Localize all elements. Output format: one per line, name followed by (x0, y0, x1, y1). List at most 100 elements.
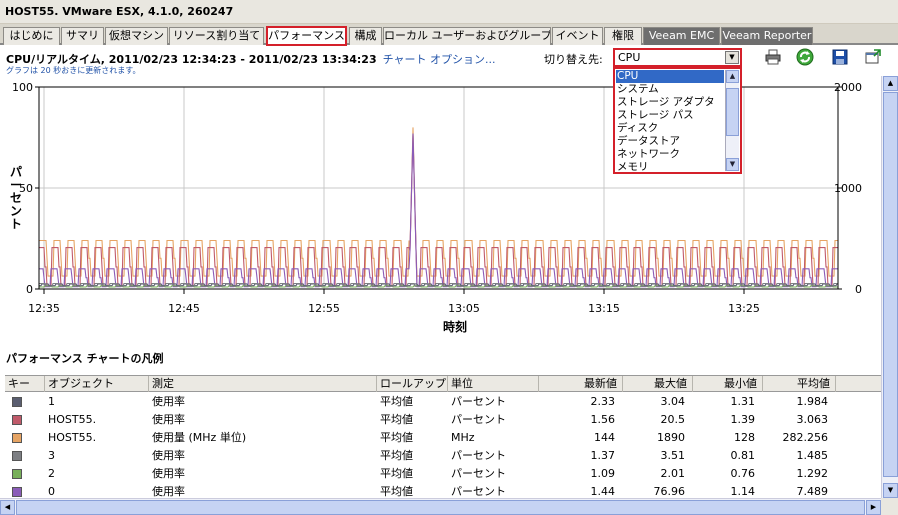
cell-unit: パーセント (451, 413, 506, 426)
dropdown-option-disk[interactable]: ディスク (616, 122, 724, 135)
x-tick-label: 12:45 (168, 302, 200, 315)
tab-virtual-machines[interactable]: 仮想マシン (105, 27, 168, 45)
dropdown-option-cpu[interactable]: CPU (616, 70, 724, 83)
x-tick-label: 13:05 (448, 302, 480, 315)
col-key[interactable]: キー (5, 376, 45, 392)
dropdown-option-storage-path[interactable]: ストレージ パス (616, 109, 724, 122)
col-measure[interactable]: 測定 (149, 376, 377, 392)
y-tick-label: 100 (12, 81, 33, 94)
refresh-note: グラフは 20 秒おきに更新されます。 (6, 66, 141, 75)
cell-unit: パーセント (451, 395, 506, 408)
cell-max: 2.01 (660, 467, 686, 480)
cell-unit: MHz (451, 431, 475, 444)
legend-table: キー オブジェクト 測定 ロールアップ 単位 最新値 最大値 最小値 平均値 1… (5, 375, 881, 498)
tab-veeam-emc[interactable]: Veeam EMC (643, 27, 720, 45)
x-tick-label: 12:35 (28, 302, 60, 315)
cell-object: HOST55. (48, 413, 97, 426)
dropdown-option-storage-adapter[interactable]: ストレージ アダプタ (616, 96, 724, 109)
cell-measure: 使用量 (MHz 単位) (152, 431, 247, 444)
y-axis-label-char: ー (10, 178, 22, 192)
horizontal-scrollbar[interactable]: ◀ ▶ (0, 498, 881, 515)
dropdown-option-system[interactable]: システム (616, 83, 724, 96)
x-tick-label: 13:15 (588, 302, 620, 315)
table-row[interactable]: 1 使用率 平均値 パーセント 2.33 3.04 1.31 1.984 (5, 393, 881, 411)
cell-object: HOST55. (48, 431, 97, 444)
save-icon[interactable] (831, 48, 849, 66)
dropdown-option-datastore[interactable]: データストア (616, 135, 724, 148)
table-row[interactable]: 3 使用率 平均値 パーセント 1.37 3.51 0.81 1.485 (5, 447, 881, 465)
col-rollup[interactable]: ロールアップ (377, 376, 448, 392)
color-swatch (12, 469, 22, 479)
switch-dropdown-list[interactable]: CPU システム ストレージ アダプタ ストレージ パス ディスク データストア… (613, 67, 742, 174)
vertical-scroll-thumb[interactable] (883, 92, 898, 477)
cell-max: 1890 (657, 431, 685, 444)
cell-max: 20.5 (660, 413, 686, 426)
cell-measure: 使用率 (152, 413, 185, 426)
chart-options-link[interactable]: チャート オプション... (383, 53, 496, 66)
y-axis-label-char: パ (10, 165, 22, 179)
color-swatch (12, 451, 22, 461)
y-tick-label: 0 (26, 283, 33, 296)
cell-latest: 2.33 (590, 395, 616, 408)
switch-label: 切り替え先: (544, 53, 603, 66)
cell-measure: 使用率 (152, 467, 185, 480)
cell-avg: 3.063 (796, 413, 829, 426)
cell-max: 76.96 (653, 485, 686, 498)
refresh-icon[interactable] (796, 48, 814, 66)
col-max[interactable]: 最大値 (623, 376, 693, 392)
dropdown-option-memory[interactable]: メモリ (616, 161, 724, 172)
dropdown-scroll-thumb[interactable] (726, 88, 739, 136)
table-row[interactable]: HOST55. 使用量 (MHz 単位) 平均値 MHz 144 1890 128 282.2… (5, 429, 881, 447)
x-tick-label: 12:55 (308, 302, 340, 315)
y2-tick-label: 1000 (834, 182, 862, 195)
tab-permissions[interactable]: 権限 (604, 27, 642, 45)
chevron-down-icon[interactable]: ▼ (725, 51, 739, 64)
table-row[interactable]: 0 使用率 平均値 パーセント 1.44 76.96 1.14 7.489 (5, 483, 881, 498)
col-min[interactable]: 最小値 (693, 376, 763, 392)
color-swatch (12, 415, 22, 425)
cell-min: 1.14 (730, 485, 756, 498)
col-avg[interactable]: 平均値 (763, 376, 836, 392)
cell-latest: 1.56 (590, 413, 616, 426)
switch-select-value: CPU (618, 51, 641, 64)
print-icon[interactable] (764, 48, 782, 66)
tab-local-users-groups[interactable]: ローカル ユーザーおよびグループ (383, 27, 551, 45)
y2-tick-label: 0 (855, 283, 862, 296)
cell-min: 128 (734, 431, 755, 444)
scroll-left-icon[interactable]: ◀ (0, 500, 15, 515)
y-axis-label-char: ト (10, 217, 22, 231)
vertical-scrollbar[interactable]: ▲ ▼ (881, 76, 898, 498)
cell-latest: 1.44 (590, 485, 616, 498)
y-axis-label-char: ン (10, 204, 22, 218)
table-row[interactable]: 2 使用率 平均値 パーセント 1.09 2.01 0.76 1.292 (5, 465, 881, 483)
tab-performance[interactable]: パフォーマンス (266, 26, 347, 46)
tab-events[interactable]: イベント (552, 27, 603, 45)
col-unit[interactable]: 単位 (448, 376, 539, 392)
cell-min: 0.81 (730, 449, 756, 462)
scroll-up-icon[interactable]: ▲ (726, 70, 739, 83)
dropdown-option-network[interactable]: ネットワーク (616, 148, 724, 161)
tab-summary[interactable]: サマリ (61, 27, 104, 45)
col-latest[interactable]: 最新値 (539, 376, 623, 392)
switch-select[interactable]: CPU ▼ (613, 48, 742, 67)
cell-latest: 144 (594, 431, 615, 444)
cell-rollup: 平均値 (380, 395, 413, 408)
tab-getting-started[interactable]: はじめに (3, 27, 60, 45)
tab-configuration[interactable]: 構成 (349, 27, 382, 45)
color-swatch (12, 397, 22, 407)
cell-avg: 1.292 (796, 467, 829, 480)
popout-icon[interactable] (864, 48, 882, 66)
horizontal-scroll-thumb[interactable] (16, 500, 865, 515)
tab-veeam-reporter[interactable]: Veeam Reporter (721, 27, 813, 45)
scroll-down-icon[interactable]: ▼ (726, 158, 739, 171)
table-row[interactable]: HOST55. 使用率 平均値 パーセント 1.56 20.5 1.39 3.063 (5, 411, 881, 429)
scroll-up-icon[interactable]: ▲ (883, 76, 898, 91)
cell-avg: 282.256 (782, 431, 829, 444)
tab-resource-allocation[interactable]: リソース割り当て (169, 27, 264, 45)
scroll-down-icon[interactable]: ▼ (883, 483, 898, 498)
cell-unit: パーセント (451, 467, 506, 480)
dropdown-scrollbar[interactable]: ▲ ▼ (725, 70, 739, 171)
col-object[interactable]: オブジェクト (45, 376, 149, 392)
cell-measure: 使用率 (152, 395, 185, 408)
scroll-right-icon[interactable]: ▶ (866, 500, 881, 515)
